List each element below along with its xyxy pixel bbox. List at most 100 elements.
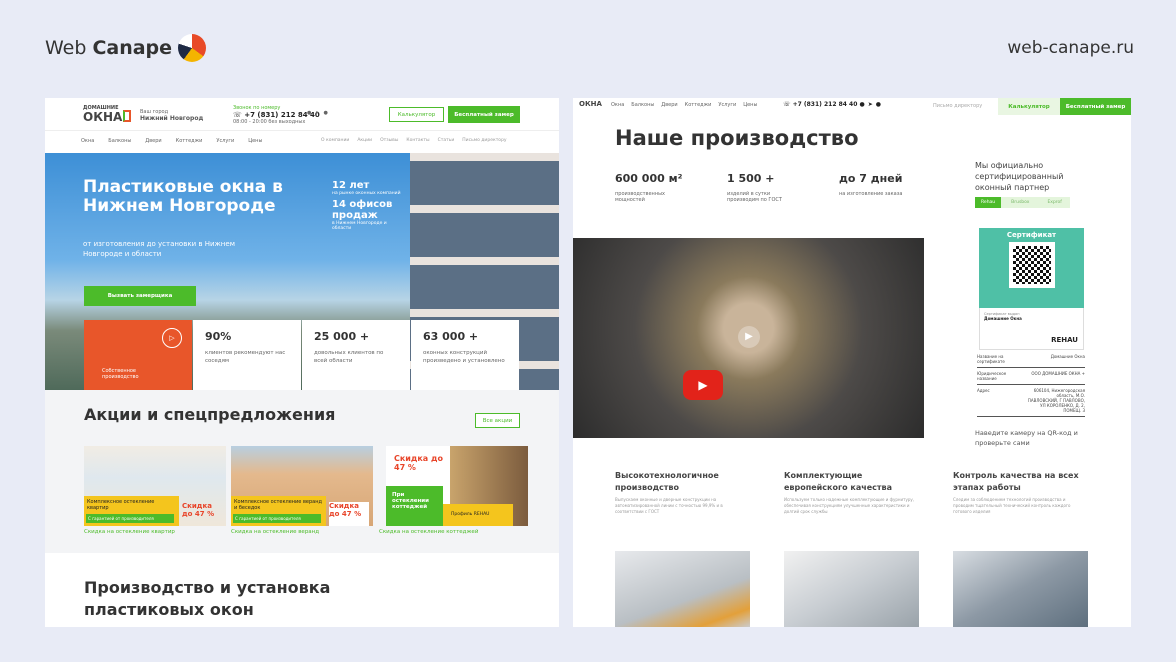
calculator-button[interactable]: Калькулятор bbox=[389, 107, 444, 122]
stat-value: 600 000 м² bbox=[615, 172, 683, 185]
stat-desc: изделий в сутки производим по ГОСТ bbox=[727, 191, 782, 203]
nav-windows[interactable]: Окна bbox=[611, 102, 624, 108]
promo-discount: Скидка до 47 % bbox=[182, 502, 215, 518]
all-promos-button[interactable]: Все акции bbox=[475, 413, 520, 428]
stat-card: 90% клиентов рекомендуют нас соседям bbox=[193, 320, 301, 390]
nav-services[interactable]: Услуги bbox=[216, 138, 234, 144]
nav-windows[interactable]: Окна bbox=[81, 138, 94, 144]
promo-discount: Скидка до 47 % bbox=[329, 502, 369, 526]
feature-desc: Выпускаем оконные и дверные конструкции … bbox=[615, 497, 723, 514]
promo-title: Акции и спецпредложения bbox=[84, 405, 336, 424]
nav-prices[interactable]: Цены bbox=[248, 138, 262, 144]
divider bbox=[45, 130, 559, 131]
partner-tabs: Rehau Brusbox Exprof bbox=[975, 197, 1070, 208]
play-icon[interactable]: ▷ bbox=[162, 328, 182, 348]
cert-row-key: Адрес bbox=[977, 388, 990, 393]
main-nav: Окна Балконы Двери Коттеджи Услуги Цены bbox=[611, 102, 757, 108]
okna-logo-small[interactable]: ОКНА bbox=[579, 101, 602, 108]
hero-title: Пластиковые окна в Нижнем Новгороде bbox=[83, 177, 283, 216]
nav-promos[interactable]: Акции bbox=[357, 138, 372, 143]
qr-code bbox=[1008, 242, 1055, 288]
fact-offices: 14 офисов продаж bbox=[332, 199, 393, 221]
nav-prices[interactable]: Цены bbox=[743, 102, 757, 108]
promo-caption-link[interactable]: Скидка на остекление коттеджей bbox=[379, 529, 478, 535]
nav-balconies[interactable]: Балконы bbox=[631, 102, 654, 108]
promo-tag: С гарантией от производителя bbox=[86, 514, 174, 523]
nav-reviews[interactable]: Отзывы bbox=[380, 138, 398, 143]
cert-title: Сертификат bbox=[1006, 231, 1057, 239]
factory-photo bbox=[953, 551, 1088, 627]
cert-row-value: Домашние Окна bbox=[1050, 354, 1085, 359]
nav-contacts[interactable]: Контакты bbox=[406, 138, 429, 143]
fact-years-desc: на рынке оконных компаний bbox=[332, 191, 401, 196]
tab-rehau[interactable]: Rehau bbox=[975, 197, 1002, 208]
fact-offices-desc: в Нижнем Новгороде и области bbox=[332, 221, 387, 231]
production-video-card[interactable]: ▷ Собственное производство bbox=[84, 320, 192, 390]
cert-table: Название на сертификате Домашние Окна Юри… bbox=[977, 352, 1085, 417]
stat-desc: клиентов рекомендуют нас соседям bbox=[205, 350, 286, 364]
promo-card-verandas[interactable]: Комплексное остекление веранд и беседок … bbox=[231, 446, 373, 526]
stat-block: 600 000 м² производственных мощностей bbox=[615, 172, 715, 203]
tab-brusbox[interactable]: Brusbox bbox=[1001, 197, 1040, 208]
phone[interactable]: ☏ +7 (831) 212 84 40 ●➤● bbox=[783, 101, 884, 108]
hero-subtitle: от изготовления до установки в Нижнем Но… bbox=[83, 240, 235, 258]
production-video[interactable]: ▶ ▶ bbox=[573, 238, 924, 438]
promo-caption-link[interactable]: Скидка на остекление веранд bbox=[231, 529, 319, 535]
brand-right: Canape bbox=[92, 37, 173, 59]
rehau-logo: REHAU bbox=[1051, 336, 1078, 344]
free-measure-button[interactable]: Бесплатный замер bbox=[1060, 98, 1131, 115]
nav-articles[interactable]: Статьи bbox=[438, 138, 455, 143]
free-measure-button[interactable]: Бесплатный замер bbox=[448, 106, 520, 123]
nav-services[interactable]: Услуги bbox=[718, 102, 736, 108]
stat-value: 25 000 + bbox=[314, 330, 370, 343]
feature-title: Высокотехнологичное производство bbox=[615, 471, 719, 492]
promo-discount: Скидка до 47 % bbox=[394, 454, 443, 472]
nav-about[interactable]: О компании bbox=[321, 138, 349, 143]
production-title: Производство и установка пластиковых око… bbox=[84, 578, 331, 619]
nav-cottages[interactable]: Коттеджи bbox=[176, 138, 203, 144]
cert-holder: Домашние Окна bbox=[984, 316, 1022, 321]
play-icon[interactable]: ▶ bbox=[738, 326, 760, 348]
nav-cottages[interactable]: Коттеджи bbox=[685, 102, 712, 108]
logo-main: ОКНА bbox=[83, 110, 123, 124]
left-screenshot: ДОМАШНИЕ ОКНА Ваш город Нижний Новгород З… bbox=[45, 98, 559, 627]
feature-title: Контроль качества на всех этапах работы bbox=[953, 471, 1079, 492]
stat-value: до 7 дней bbox=[839, 172, 903, 185]
hours: 08:00 - 20:00 без выходных bbox=[233, 119, 306, 125]
certificate: Сертификат bbox=[979, 228, 1084, 308]
okna-logo: ДОМАШНИЕ ОКНА bbox=[83, 106, 123, 124]
brand-left: Web bbox=[45, 37, 87, 59]
logo-door-icon bbox=[123, 110, 131, 122]
cert-row-key: Название на сертификате bbox=[977, 354, 1005, 364]
nav-doors[interactable]: Двери bbox=[145, 138, 161, 144]
messenger-icons[interactable]: ●➤● bbox=[307, 110, 332, 116]
stat-value: 1 500 + bbox=[727, 172, 775, 185]
promo-card-cottages[interactable]: Скидка до 47 % При остеклении коттеджей … bbox=[386, 446, 528, 526]
director-letter-link[interactable]: Письмо директору bbox=[933, 103, 982, 109]
promo-card-apartments[interactable]: Комплексное остекление квартир С гаранти… bbox=[84, 446, 226, 526]
cert-body: Сертификат выдан Домашние Окна REHAU bbox=[979, 308, 1084, 350]
feature-desc: Используем только надежные комплектующие… bbox=[784, 497, 915, 514]
stat-desc: производственных мощностей bbox=[615, 191, 666, 203]
promo-tag: С гарантией от производителя bbox=[233, 514, 321, 523]
feature: Высокотехнологичное производство Выпускае… bbox=[615, 470, 750, 515]
stat-desc: на изготовление заказа bbox=[839, 191, 903, 197]
nav-balconies[interactable]: Балконы bbox=[108, 138, 131, 144]
feature-desc: Следим за соблюдением технологий произво… bbox=[953, 497, 1071, 514]
stat-block: 1 500 + изделий в сутки производим по ГОС… bbox=[727, 172, 827, 203]
tab-exprof[interactable]: Exprof bbox=[1039, 197, 1070, 208]
calculator-button[interactable]: Калькулятор bbox=[998, 98, 1060, 115]
city: Нижний Новгород bbox=[140, 115, 204, 122]
promo-label: При остеклении коттеджей bbox=[386, 486, 443, 526]
nav-director-letter[interactable]: Письмо директору bbox=[462, 138, 506, 143]
youtube-icon[interactable]: ▶ bbox=[683, 370, 723, 400]
phone-number: +7 (831) 212 84 40 bbox=[792, 101, 858, 108]
cert-row-value: 606104, Нижегородская область, М.О. ПАВЛ… bbox=[1027, 388, 1085, 413]
stat-block: до 7 дней на изготовление заказа bbox=[839, 172, 939, 197]
city-selector[interactable]: Ваш город Нижний Новгород bbox=[140, 109, 203, 122]
feature: Контроль качества на всех этапах работы С… bbox=[953, 470, 1083, 515]
promo-caption-link[interactable]: Скидка на остекление квартир bbox=[84, 529, 175, 535]
feature: Комплектующие европейского качества Испол… bbox=[784, 470, 924, 515]
nav-doors[interactable]: Двери bbox=[661, 102, 677, 108]
call-measurer-button[interactable]: Вызвать замерщика bbox=[84, 286, 196, 306]
